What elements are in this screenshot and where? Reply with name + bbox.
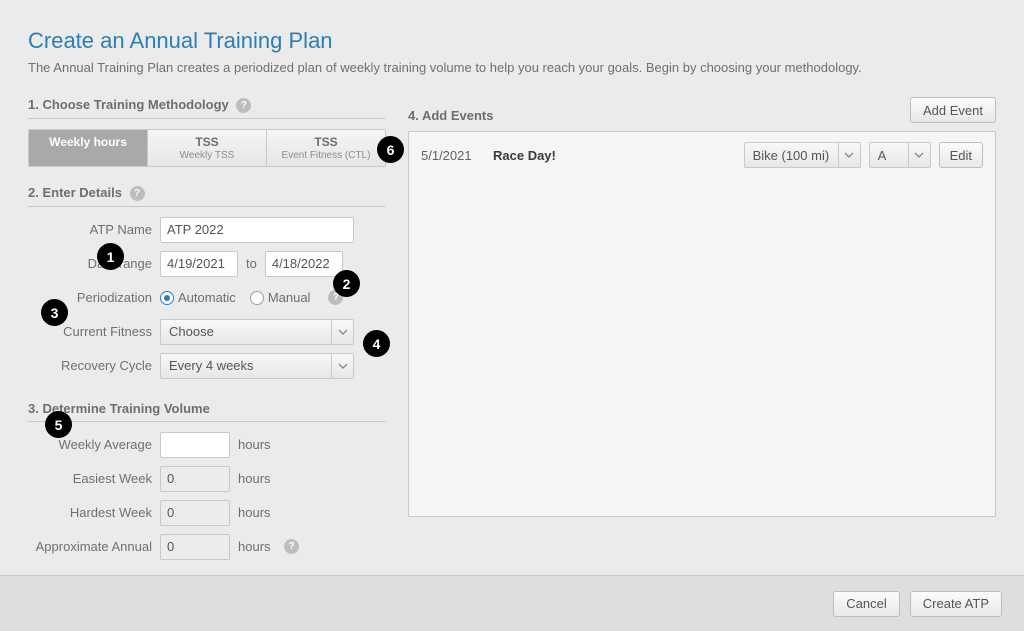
tab-tss-weekly-title: TSS: [150, 136, 264, 150]
section4-heading: 4. Add Events: [408, 108, 910, 123]
unit-hours: hours: [238, 437, 282, 452]
recovery-cycle-select[interactable]: Every 4 weeks: [160, 353, 354, 379]
date-end-input[interactable]: [265, 251, 343, 277]
weekly-average-input[interactable]: [160, 432, 230, 458]
unit-hours: hours: [238, 471, 282, 486]
tab-tss-ctl-title: TSS: [269, 136, 383, 150]
tab-tss-weekly[interactable]: TSS Weekly TSS: [148, 130, 267, 166]
event-date: 5/1/2021: [421, 148, 485, 163]
periodization-automatic-radio[interactable]: Automatic: [160, 290, 236, 305]
section3-heading: 3. Determine Training Volume: [28, 401, 386, 422]
atp-name-label: ATP Name: [28, 222, 160, 237]
chevron-down-icon: [838, 143, 860, 167]
current-fitness-select[interactable]: Choose: [160, 319, 354, 345]
radio-icon: [250, 291, 264, 305]
page-title: Create an Annual Training Plan: [28, 28, 996, 54]
unit-hours: hours: [238, 505, 282, 520]
section1-heading: 1. Choose Training Methodology ?: [28, 97, 386, 119]
recovery-cycle-value: Every 4 weeks: [169, 358, 254, 373]
event-type-select[interactable]: Bike (100 mi): [744, 142, 861, 168]
date-to-label: to: [246, 256, 257, 271]
easiest-week-input: [160, 466, 230, 492]
footer-bar: Cancel Create ATP: [0, 575, 1024, 631]
section2-heading-text: 2. Enter Details: [28, 185, 122, 200]
event-type-value: Bike (100 mi): [753, 148, 830, 163]
add-event-button[interactable]: Add Event: [910, 97, 996, 123]
section3-heading-text: 3. Determine Training Volume: [28, 401, 210, 416]
recovery-cycle-label: Recovery Cycle: [28, 358, 160, 373]
periodization-label: Periodization: [28, 290, 160, 305]
edit-event-button[interactable]: Edit: [939, 142, 983, 168]
help-icon[interactable]: ?: [236, 98, 251, 113]
periodization-manual-radio[interactable]: Manual: [250, 290, 311, 305]
atp-name-input[interactable]: [160, 217, 354, 243]
periodization-manual-label: Manual: [268, 290, 311, 305]
unit-hours: hours: [238, 539, 282, 554]
section2-heading: 2. Enter Details ?: [28, 185, 386, 207]
tab-tss-ctl-sub: Event Fitness (CTL): [269, 150, 383, 161]
easiest-week-label: Easiest Week: [28, 471, 160, 486]
approximate-annual-label: Approximate Annual: [28, 539, 160, 554]
event-priority-value: A: [878, 148, 887, 163]
periodization-automatic-label: Automatic: [178, 290, 236, 305]
radio-icon: [160, 291, 174, 305]
chevron-down-icon: [331, 354, 353, 378]
chevron-down-icon: [331, 320, 353, 344]
current-fitness-value: Choose: [169, 324, 214, 339]
methodology-tabs: Weekly hours TSS Weekly TSS TSS Event Fi…: [28, 129, 386, 167]
help-icon[interactable]: ?: [284, 539, 299, 554]
section4-heading-text: 4. Add Events: [408, 108, 493, 123]
chevron-down-icon: [908, 143, 930, 167]
tab-weekly-hours-label: Weekly hours: [31, 136, 145, 150]
tab-tss-weekly-sub: Weekly TSS: [150, 150, 264, 161]
events-panel: 5/1/2021 Race Day! Bike (100 mi) A: [408, 131, 996, 517]
hardest-week-label: Hardest Week: [28, 505, 160, 520]
event-name: Race Day!: [493, 148, 736, 163]
date-range-label: Date range: [28, 256, 160, 271]
hardest-week-input: [160, 500, 230, 526]
page-subtitle: The Annual Training Plan creates a perio…: [28, 60, 996, 75]
event-priority-select[interactable]: A: [869, 142, 931, 168]
current-fitness-label: Current Fitness: [28, 324, 160, 339]
approximate-annual-input: [160, 534, 230, 560]
date-start-input[interactable]: [160, 251, 238, 277]
help-icon[interactable]: ?: [130, 186, 145, 201]
tab-tss-ctl[interactable]: TSS Event Fitness (CTL): [267, 130, 385, 166]
help-icon[interactable]: ?: [328, 290, 343, 305]
weekly-average-label: Weekly Average: [28, 437, 160, 452]
create-atp-button[interactable]: Create ATP: [910, 591, 1002, 617]
cancel-button[interactable]: Cancel: [833, 591, 899, 617]
section1-heading-text: 1. Choose Training Methodology: [28, 97, 229, 112]
event-row: 5/1/2021 Race Day! Bike (100 mi) A: [421, 142, 983, 168]
tab-weekly-hours[interactable]: Weekly hours: [29, 130, 148, 166]
